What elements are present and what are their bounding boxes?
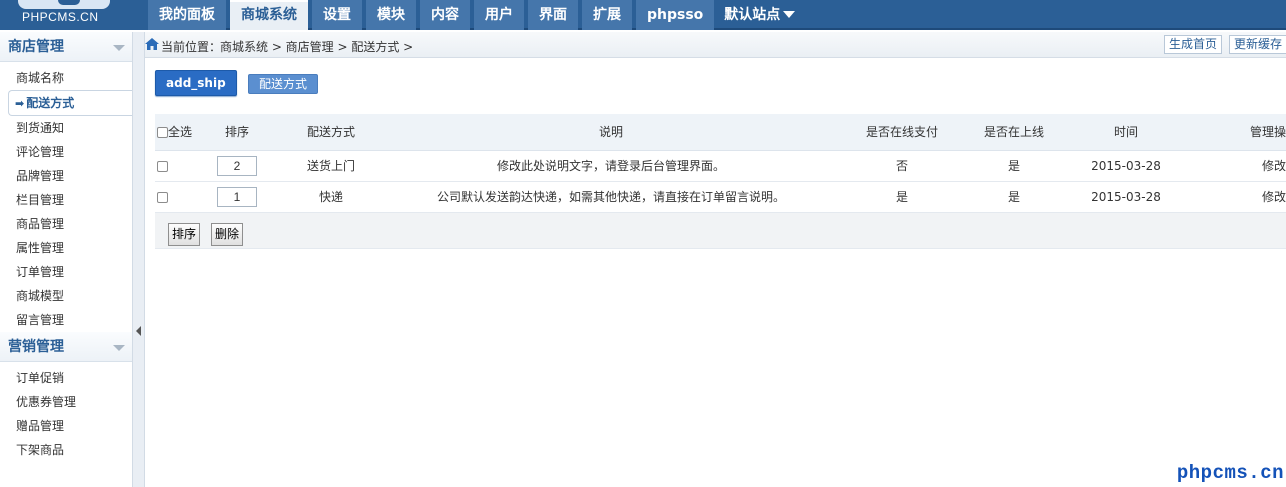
nav-item-phpsso[interactable]: phpsso: [636, 0, 715, 30]
breadcrumb-label: 当前位置：: [161, 40, 222, 54]
collapse-arrow-icon[interactable]: [113, 345, 125, 351]
top-bar: PHPCMS.CN 我的面板 商城系统 设置 模块 内容 用户 界面 扩展 ph…: [0, 0, 1286, 30]
sidebar-item-brands[interactable]: 品牌管理: [0, 164, 132, 188]
row-method: 快递: [281, 181, 381, 213]
row-edit-link[interactable]: 修改: [1187, 150, 1286, 182]
nav-item-extensions[interactable]: 扩展: [582, 0, 632, 30]
logo-mark-icon: [18, 0, 110, 9]
row-edit-link[interactable]: 修改: [1187, 181, 1286, 213]
add-ship-button[interactable]: add_ship: [155, 70, 237, 96]
app-root: PHPCMS.CN 我的面板 商城系统 设置 模块 内容 用户 界面 扩展 ph…: [0, 0, 1286, 487]
sidebar-item-comments[interactable]: 评论管理: [0, 140, 132, 164]
header-time: 时间: [1065, 114, 1187, 151]
sidebar-group-marketing[interactable]: 营销管理: [0, 332, 132, 362]
nav-item-modules[interactable]: 模块: [366, 0, 416, 30]
row-checkbox[interactable]: [157, 191, 168, 203]
caret-down-icon: [783, 11, 796, 18]
row-online: 是: [963, 150, 1065, 182]
site-selector[interactable]: 默认站点: [718, 0, 801, 30]
watermark: phpcms.cn: [1176, 462, 1284, 484]
sidebar-item-label: 配送方式: [26, 96, 75, 110]
sidebar-item-order-promo[interactable]: 订单促销: [0, 366, 132, 390]
sidebar-list-marketing: 订单促销 优惠券管理 赠品管理 下架商品: [0, 362, 132, 462]
sidebar-group-title: 营销管理: [8, 339, 64, 355]
logo[interactable]: PHPCMS.CN: [0, 0, 148, 30]
header-online-pay: 是否在线支付: [841, 114, 963, 151]
sidebar-group-title: 商店管理: [8, 39, 64, 55]
row-desc: 修改此处说明文字，请登录后台管理界面。: [381, 150, 841, 182]
header-desc: 说明: [381, 114, 841, 151]
row-online: 是: [963, 181, 1065, 213]
sidebar-splitter[interactable]: [133, 32, 145, 487]
order-input[interactable]: 2: [217, 155, 257, 176]
sidebar-item-messages[interactable]: 留言管理: [0, 308, 132, 332]
row-checkbox[interactable]: [157, 160, 168, 172]
nav-item-shop-system[interactable]: 商城系统: [230, 0, 308, 30]
nav-item-users[interactable]: 用户: [474, 0, 524, 30]
row-method: 送货上门: [281, 150, 381, 182]
row-time: 2015-03-28: [1065, 181, 1187, 213]
header-method: 配送方式: [281, 114, 381, 151]
sidebar-item-arrival-notice[interactable]: 到货通知: [0, 116, 132, 140]
sort-button[interactable]: 排序: [168, 223, 201, 246]
breadcrumb-path[interactable]: 商城系统 > 商店管理 > 配送方式 >: [220, 38, 413, 55]
sidebar-item-ship-method[interactable]: ➡ 配送方式: [8, 90, 132, 116]
select-all-label: 全选: [168, 124, 193, 139]
collapse-arrow-icon[interactable]: [113, 45, 125, 51]
main-content: 当前位置： 商城系统 > 商店管理 > 配送方式 > 生成首页 更新缓存 add…: [145, 32, 1286, 487]
sidebar-group-shop-manage[interactable]: 商店管理: [0, 32, 132, 62]
header-order: 排序: [193, 114, 281, 151]
table-footer-bar: 排序 删除: [155, 213, 1286, 249]
sidebar-item-attributes[interactable]: 属性管理: [0, 236, 132, 260]
logo-text: PHPCMS.CN: [22, 10, 99, 24]
nav-item-interface[interactable]: 界面: [528, 0, 578, 30]
sidebar-list-shop: 商城名称 ➡ 配送方式 到货通知 评论管理 品牌管理 栏目管理 商品管理 属性管理…: [0, 62, 132, 332]
ship-method-button[interactable]: 配送方式: [248, 74, 319, 94]
sidebar-item-coupons[interactable]: 优惠券管理: [0, 390, 132, 414]
sidebar-item-categories[interactable]: 栏目管理: [0, 188, 132, 212]
generate-home-button[interactable]: 生成首页: [1164, 35, 1223, 54]
sidebar-item-gifts[interactable]: 赠品管理: [0, 414, 132, 438]
header-online: 是否在上线: [963, 114, 1065, 151]
select-all-checkbox[interactable]: [157, 126, 168, 138]
collapse-left-icon[interactable]: [136, 326, 141, 336]
home-icon: [145, 38, 159, 50]
table-row: 1 快递 公司默认发送韵达快递，如需其他快递，请直接在订单留言说明。 是 是 2…: [155, 181, 1286, 213]
table-header-row: 全选 排序 配送方式 说明 是否在线支付 是否在上线 时间 管理操: [155, 114, 1286, 151]
site-selector-label: 默认站点: [724, 7, 781, 23]
nav-item-dashboard[interactable]: 我的面板: [148, 0, 226, 30]
sidebar-item-shop-model[interactable]: 商城模型: [0, 284, 132, 308]
sidebar-item-products[interactable]: 商品管理: [0, 212, 132, 236]
main-nav: 我的面板 商城系统 设置 模块 内容 用户 界面 扩展 phpsso 默认站点: [148, 0, 805, 30]
header-manage: 管理操: [1187, 114, 1286, 151]
order-input[interactable]: 1: [217, 186, 257, 207]
delete-button[interactable]: 删除: [211, 223, 244, 246]
sidebar: 商店管理 商城名称 ➡ 配送方式 到货通知 评论管理 品牌管理 栏目管理 商品管理…: [0, 32, 133, 487]
table-row: 2 送货上门 修改此处说明文字，请登录后台管理界面。 否 是 2015-03-2…: [155, 150, 1286, 182]
row-desc: 公司默认发送韵达快递，如需其他快递，请直接在订单留言说明。: [381, 181, 841, 213]
sidebar-item-shop-name[interactable]: 商城名称: [0, 66, 132, 90]
row-online-pay: 否: [841, 150, 963, 182]
row-time: 2015-03-28: [1065, 150, 1187, 182]
nav-item-settings[interactable]: 设置: [312, 0, 362, 30]
row-online-pay: 是: [841, 181, 963, 213]
breadcrumb: 当前位置： 商城系统 > 商店管理 > 配送方式 > 生成首页 更新缓存: [145, 32, 1286, 58]
header-select-all[interactable]: 全选: [155, 114, 193, 151]
sidebar-item-orders[interactable]: 订单管理: [0, 260, 132, 284]
arrow-right-icon: ➡: [15, 97, 25, 110]
update-cache-button[interactable]: 更新缓存: [1229, 35, 1286, 54]
nav-item-content[interactable]: 内容: [420, 0, 470, 30]
sidebar-item-offshelf[interactable]: 下架商品: [0, 438, 132, 462]
ship-table: 全选 排序 配送方式 说明 是否在线支付 是否在上线 时间 管理操 2 送货上门…: [155, 114, 1286, 213]
